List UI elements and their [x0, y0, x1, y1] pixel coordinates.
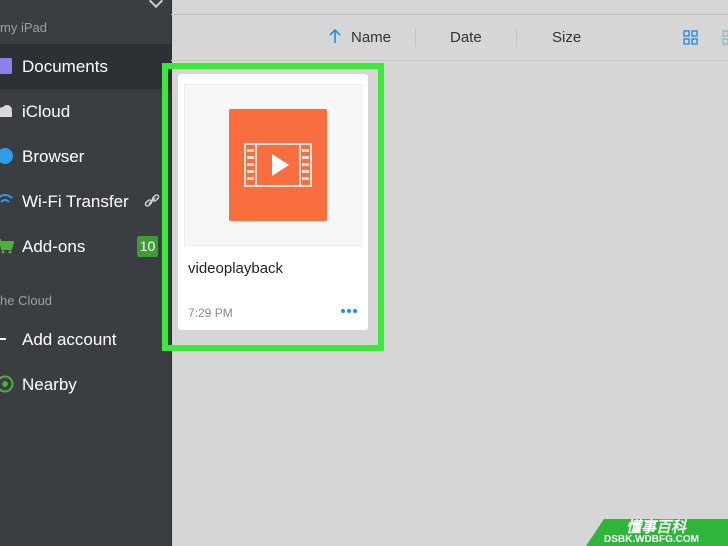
section-header-local: my iPad: [0, 20, 47, 35]
sort-by-date[interactable]: Date: [450, 29, 482, 46]
video-file-icon: [229, 109, 327, 221]
sidebar-item-icloud[interactable]: iCloud: [0, 89, 171, 134]
plus-icon: [0, 338, 6, 340]
watermark-title: 懂事百科: [626, 519, 687, 536]
grid-view-icon[interactable]: [683, 30, 698, 45]
file-card[interactable]: videoplayback 7:29 PM: [178, 74, 368, 330]
sidebar-item-add-ons[interactable]: Add-ons 10: [0, 224, 171, 269]
icloud-icon: [0, 105, 12, 117]
sidebar-item-label: Add-ons: [22, 237, 86, 256]
documents-icon: [0, 58, 12, 74]
divider: [415, 28, 416, 46]
sort-bar: Name Date Size: [171, 15, 728, 61]
sidebar-item-label: Browser: [22, 147, 85, 166]
file-thumbnail: [184, 84, 362, 246]
sidebar-item-wifi-transfer[interactable]: Wi-Fi Transfer: [0, 179, 171, 224]
collapse-chevron-icon[interactable]: [148, 0, 164, 9]
sidebar-item-label: Wi-Fi Transfer: [22, 192, 129, 211]
cart-icon: [0, 239, 14, 254]
list-view-icon[interactable]: [720, 30, 728, 45]
sidebar-item-label: Add account: [22, 330, 117, 349]
addons-count-badge: 10: [137, 236, 158, 257]
file-time: 7:29 PM: [188, 306, 233, 320]
browser-icon: [0, 148, 13, 164]
sort-by-name[interactable]: Name: [351, 29, 391, 46]
link-icon[interactable]: [143, 192, 161, 210]
sidebar-item-documents[interactable]: Documents: [0, 44, 171, 89]
section-header-cloud: he Cloud: [0, 293, 53, 308]
sidebar-item-add-account[interactable]: Add account: [0, 317, 171, 362]
divider: [516, 28, 517, 46]
nearby-icon: [0, 375, 14, 393]
watermark: 懂事百科 DSBK.WDBFG.COM: [586, 519, 728, 546]
sort-by-size[interactable]: Size: [552, 29, 581, 46]
sort-ascending-arrow-icon[interactable]: [329, 28, 341, 44]
wifi-icon: [0, 194, 13, 203]
more-options-button[interactable]: [341, 305, 359, 315]
sidebar-item-browser[interactable]: Browser: [0, 134, 171, 179]
sidebar-item-nearby[interactable]: Nearby: [0, 362, 171, 407]
sidebar-item-label: Documents: [22, 57, 108, 76]
file-name: videoplayback: [188, 260, 284, 277]
sidebar: my iPad Documents iCloud Browser Wi-Fi T…: [0, 0, 172, 546]
more-dots-icon: [341, 309, 345, 313]
sidebar-item-label: iCloud: [22, 102, 71, 121]
sidebar-item-label: Nearby: [22, 375, 77, 394]
watermark-url: DSBK.WDBFG.COM: [604, 534, 699, 545]
